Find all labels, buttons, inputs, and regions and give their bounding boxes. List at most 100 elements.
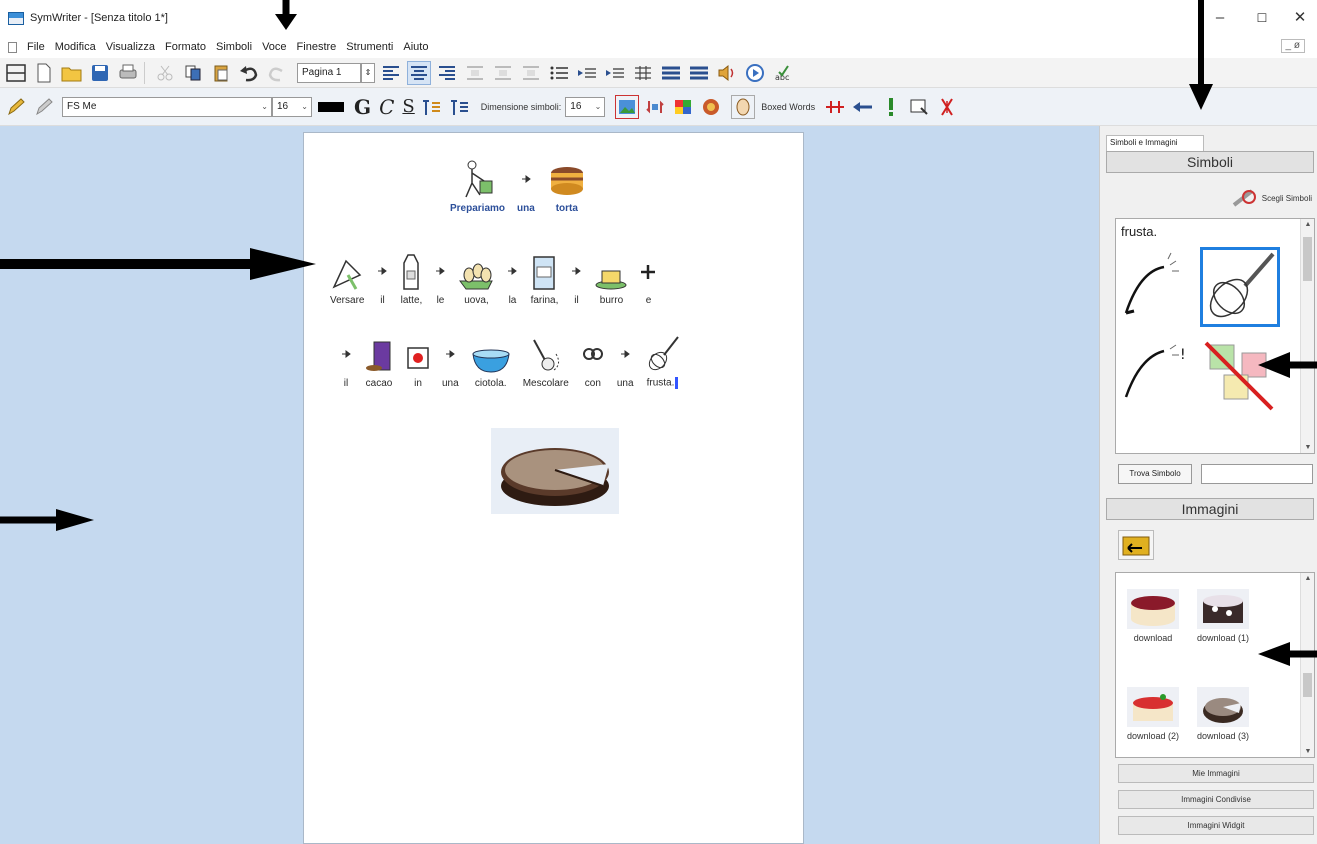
scroll-thumb[interactable]: [1303, 237, 1312, 281]
boxed-words-label[interactable]: Boxed Words: [761, 102, 815, 112]
image-thumb-1[interactable]: download: [1120, 589, 1186, 644]
picture-frame-icon[interactable]: [615, 94, 640, 119]
align-left-icon[interactable]: [379, 61, 403, 85]
align-center-icon[interactable]: [407, 60, 431, 85]
undo-icon[interactable]: [237, 61, 261, 85]
cake-picture[interactable]: [491, 428, 619, 514]
font-selector[interactable]: FS Me ⌄: [62, 96, 272, 117]
word-la[interactable]: la: [506, 251, 518, 306]
find-symbol-input[interactable]: [1201, 464, 1313, 484]
mdi-window-controls[interactable]: _ ø: [1280, 39, 1305, 53]
whip-crack-symbol-option[interactable]: !: [1120, 337, 1198, 415]
menu-visualizza[interactable]: Visualizza: [106, 41, 155, 53]
symbol-bottom-icon[interactable]: [447, 95, 471, 119]
word-il-2[interactable]: il: [570, 251, 582, 306]
word-mescolare[interactable]: Mescolare: [523, 334, 569, 389]
word-in[interactable]: in: [406, 334, 430, 389]
paragraph-icon[interactable]: [659, 61, 683, 85]
word-il[interactable]: il: [376, 251, 388, 306]
symbol-align-bottom-icon[interactable]: [519, 61, 543, 85]
new-document-icon[interactable]: [32, 61, 56, 85]
menu-formato[interactable]: Formato: [165, 41, 206, 53]
symbol-list-scrollbar[interactable]: ▲ ▼: [1300, 219, 1314, 453]
italic-button[interactable]: C: [379, 95, 394, 119]
open-folder-icon[interactable]: [60, 61, 84, 85]
word-con[interactable]: con: [581, 334, 605, 389]
close-button[interactable]: ✕: [1280, 6, 1317, 30]
font-size-selector[interactable]: 16 ⌄: [272, 96, 312, 117]
paste-icon[interactable]: [209, 61, 233, 85]
image-thumb-4[interactable]: download (3): [1190, 687, 1256, 742]
menu-simboli[interactable]: Simboli: [216, 41, 252, 53]
widgit-images-button[interactable]: Immagini Widgit: [1118, 816, 1314, 835]
scroll-up-icon[interactable]: ▲: [1301, 221, 1315, 228]
symbol-size-selector[interactable]: 16 ⌄: [565, 96, 606, 117]
menu-aiuto[interactable]: Aiuto: [403, 41, 428, 53]
word-latte[interactable]: latte,: [400, 251, 422, 306]
bold-button[interactable]: G: [354, 95, 371, 119]
word-e[interactable]: e: [640, 251, 656, 306]
scroll-down-icon[interactable]: ▼: [1301, 444, 1315, 451]
arrow-left-icon[interactable]: [851, 95, 875, 119]
whip-symbol-option[interactable]: [1120, 251, 1198, 329]
scroll-thumb[interactable]: [1303, 673, 1312, 697]
color-symbol-icon[interactable]: [671, 95, 695, 119]
document-page[interactable]: Prepariamo una torta Versare il latte, l…: [303, 132, 804, 844]
decrease-indent-icon[interactable]: [575, 61, 599, 85]
bullet-list-icon[interactable]: [547, 61, 571, 85]
maximize-button[interactable]: ☐: [1242, 6, 1282, 30]
spell-check-icon[interactable]: abc: [771, 61, 795, 85]
increase-indent-icon[interactable]: [603, 61, 627, 85]
speaker-icon[interactable]: [715, 61, 739, 85]
word-ciotola[interactable]: ciotola.: [471, 334, 511, 389]
save-icon[interactable]: [88, 61, 112, 85]
word-prepariamo[interactable]: Prepariamo: [450, 159, 505, 214]
symbol-align-top-icon[interactable]: [463, 61, 487, 85]
word-una-3[interactable]: una: [617, 334, 634, 389]
find-symbol-button[interactable]: Trova Simbolo: [1118, 464, 1192, 484]
menu-file[interactable]: File: [27, 41, 45, 53]
word-farina[interactable]: farina,: [530, 251, 558, 306]
page-spinner[interactable]: ⇕: [361, 62, 375, 83]
menu-voce[interactable]: Voce: [262, 41, 286, 53]
cut-icon[interactable]: [153, 61, 177, 85]
page-selector[interactable]: Pagina 1: [297, 62, 361, 83]
word-cacao[interactable]: cacao: [364, 334, 394, 389]
image-thumb-2[interactable]: download (1): [1190, 589, 1256, 644]
word-burro[interactable]: burro: [594, 251, 628, 306]
word-uova[interactable]: uova,: [458, 251, 494, 306]
folder-up-button[interactable]: [1118, 530, 1154, 560]
exclamation-icon[interactable]: [879, 95, 903, 119]
symbol-swap-icon[interactable]: [643, 95, 667, 119]
skin-color-icon[interactable]: [699, 95, 723, 119]
speech-play-icon[interactable]: [743, 61, 767, 85]
join-symbols-icon[interactable]: [823, 95, 847, 119]
underline-button[interactable]: S: [402, 96, 414, 117]
text-pencil-icon[interactable]: [32, 95, 56, 119]
copy-icon[interactable]: [181, 61, 205, 85]
line-spacing-icon[interactable]: [687, 61, 711, 85]
scroll-up-icon[interactable]: ▲: [1301, 575, 1315, 582]
word-frusta[interactable]: frusta.: [646, 333, 680, 389]
tab-symbols-images[interactable]: Simboli e Immagini: [1106, 135, 1204, 151]
symbol-top-icon[interactable]: [419, 95, 443, 119]
align-right-icon[interactable]: [435, 61, 459, 85]
word-una[interactable]: una: [517, 159, 535, 214]
symbol-align-middle-icon[interactable]: [491, 61, 515, 85]
word-torta[interactable]: torta: [547, 159, 587, 214]
menu-strumenti[interactable]: Strumenti: [346, 41, 393, 53]
scroll-down-icon[interactable]: ▼: [1301, 748, 1315, 755]
layout-icon[interactable]: [4, 61, 28, 85]
word-le[interactable]: le: [434, 251, 446, 306]
split-symbol-icon[interactable]: [935, 95, 959, 119]
menu-finestre[interactable]: Finestre: [297, 41, 337, 53]
redo-icon[interactable]: [265, 61, 289, 85]
choose-symbols-button[interactable]: Scegli Simboli: [1208, 184, 1316, 212]
table-icon[interactable]: [631, 61, 655, 85]
outline-button-icon[interactable]: [731, 94, 756, 119]
word-una-2[interactable]: una: [442, 334, 459, 389]
text-color-swatch[interactable]: [318, 101, 344, 112]
word-versare[interactable]: Versare: [330, 251, 364, 306]
shared-images-button[interactable]: Immagini Condivise: [1118, 790, 1314, 809]
symbol-pencil-icon[interactable]: [4, 95, 28, 119]
